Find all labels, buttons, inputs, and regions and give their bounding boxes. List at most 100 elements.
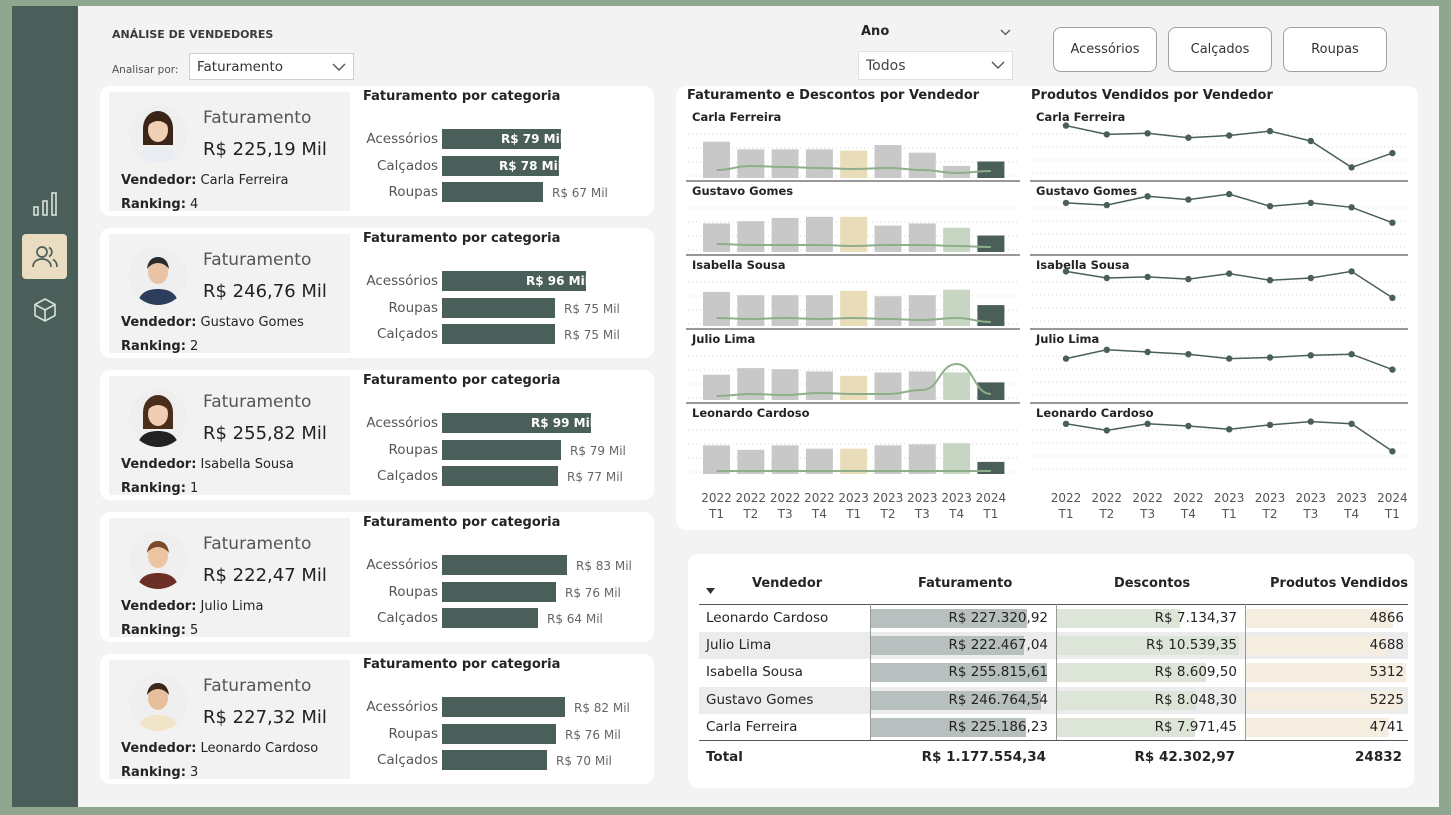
revenue-bar[interactable] xyxy=(737,149,765,178)
products-point[interactable] xyxy=(1103,427,1110,434)
products-point[interactable] xyxy=(1348,164,1355,171)
revenue-bar[interactable] xyxy=(737,221,765,252)
revenue-bar[interactable] xyxy=(771,445,799,474)
products-point[interactable] xyxy=(1266,277,1274,284)
products-point[interactable] xyxy=(1266,421,1274,429)
products-point[interactable] xyxy=(1348,420,1355,427)
category-bar[interactable] xyxy=(442,697,565,717)
products-point[interactable] xyxy=(1226,132,1233,139)
revenue-bar[interactable] xyxy=(840,375,868,400)
products-point[interactable] xyxy=(1144,273,1151,281)
products-point[interactable] xyxy=(1185,196,1192,203)
revenue-bar[interactable] xyxy=(874,372,902,401)
revenue-bar[interactable] xyxy=(840,150,868,179)
products-point[interactable] xyxy=(1144,130,1151,137)
revenue-bar[interactable] xyxy=(908,223,936,252)
revenue-bar[interactable] xyxy=(977,305,1005,326)
nav-overview[interactable] xyxy=(22,181,67,226)
revenue-bar[interactable] xyxy=(908,295,936,326)
products-point[interactable] xyxy=(1389,294,1396,301)
products-point[interactable] xyxy=(1389,448,1396,455)
products-point[interactable] xyxy=(1266,354,1274,361)
nav-products[interactable] xyxy=(22,287,67,332)
revenue-bar[interactable] xyxy=(771,295,799,326)
products-point[interactable] xyxy=(1144,193,1151,200)
revenue-bar[interactable] xyxy=(771,149,799,178)
products-point[interactable] xyxy=(1226,190,1233,198)
products-point[interactable] xyxy=(1226,426,1233,433)
products-point[interactable] xyxy=(1307,418,1314,425)
category-bar[interactable] xyxy=(442,750,547,770)
products-point[interactable] xyxy=(1062,268,1070,275)
revenue-bar[interactable] xyxy=(908,444,936,474)
category-bar[interactable] xyxy=(442,581,556,602)
year-filter-header[interactable]: Ano xyxy=(861,24,1013,39)
revenue-bar[interactable] xyxy=(737,295,765,326)
col-header-produtos[interactable]: Produtos Vendidos xyxy=(1270,576,1408,591)
revenue-bar[interactable] xyxy=(943,227,971,252)
revenue-bar[interactable] xyxy=(943,443,971,474)
category-bar[interactable] xyxy=(442,608,538,628)
revenue-bar[interactable] xyxy=(977,235,1005,253)
year-dropdown[interactable]: Todos xyxy=(858,51,1013,80)
products-point[interactable] xyxy=(1348,204,1355,211)
products-point[interactable] xyxy=(1307,199,1314,207)
revenue-bar[interactable] xyxy=(943,289,971,326)
revenue-bar[interactable] xyxy=(977,461,1005,474)
products-point[interactable] xyxy=(1266,203,1274,210)
products-point[interactable] xyxy=(1307,352,1314,359)
table-row[interactable]: Leonardo Cardoso R$ 227.320,92 R$ 7.134,… xyxy=(699,605,1408,632)
category-bar[interactable] xyxy=(442,466,558,486)
products-point[interactable] xyxy=(1144,420,1151,427)
category-button-acessorios[interactable]: Acessórios xyxy=(1053,27,1157,72)
sort-desc-icon[interactable] xyxy=(706,588,715,594)
products-point[interactable] xyxy=(1103,346,1110,353)
products-point[interactable] xyxy=(1307,274,1314,282)
table-row[interactable]: Gustavo Gomes R$ 246.764,54 R$ 8.048,30 … xyxy=(699,686,1408,714)
category-bar[interactable] xyxy=(442,324,555,344)
products-point[interactable] xyxy=(1185,351,1192,358)
revenue-bar[interactable] xyxy=(908,152,936,178)
revenue-bar[interactable] xyxy=(703,223,730,252)
revenue-bar[interactable] xyxy=(874,225,902,252)
products-point[interactable] xyxy=(1103,131,1110,138)
col-header-descontos[interactable]: Descontos xyxy=(1114,576,1190,591)
table-row[interactable]: Julio Lima R$ 222.467,04 R$ 10.539,35 46… xyxy=(699,632,1408,660)
revenue-bar[interactable] xyxy=(977,161,1005,179)
revenue-bar[interactable] xyxy=(703,291,730,326)
category-button-roupas[interactable]: Roupas xyxy=(1283,27,1387,72)
revenue-bar[interactable] xyxy=(805,295,833,326)
revenue-bar[interactable] xyxy=(771,217,799,252)
category-bar[interactable] xyxy=(442,555,567,575)
nav-sellers[interactable] xyxy=(22,234,67,279)
revenue-bar[interactable] xyxy=(805,149,833,178)
revenue-bar[interactable] xyxy=(874,296,902,326)
products-point[interactable] xyxy=(1062,122,1070,129)
revenue-bar[interactable] xyxy=(874,445,902,474)
products-point[interactable] xyxy=(1062,355,1070,362)
products-point[interactable] xyxy=(1226,270,1233,277)
products-point[interactable] xyxy=(1389,366,1396,373)
products-point[interactable] xyxy=(1348,268,1355,275)
revenue-bar[interactable] xyxy=(874,145,902,178)
category-button-calcados[interactable]: Calçados xyxy=(1168,27,1272,72)
products-point[interactable] xyxy=(1307,137,1314,145)
table-row[interactable]: Isabella Sousa R$ 255.815,61 R$ 8.609,50… xyxy=(699,659,1408,686)
category-bar[interactable] xyxy=(442,439,561,460)
col-header-vendedor[interactable]: Vendedor xyxy=(752,576,822,591)
category-bar[interactable] xyxy=(442,182,543,202)
category-bar[interactable] xyxy=(442,297,555,318)
products-point[interactable] xyxy=(1389,219,1396,226)
products-point[interactable] xyxy=(1226,355,1233,362)
revenue-bar[interactable] xyxy=(943,372,971,401)
table-row[interactable]: Carla Ferreira R$ 225.186,23 R$ 7.971,45… xyxy=(699,714,1408,741)
revenue-bar[interactable] xyxy=(703,141,730,178)
products-point[interactable] xyxy=(1185,134,1192,141)
products-point[interactable] xyxy=(1348,351,1355,358)
products-point[interactable] xyxy=(1062,420,1070,427)
products-point[interactable] xyxy=(1185,275,1192,283)
products-point[interactable] xyxy=(1389,149,1396,157)
products-point[interactable] xyxy=(1266,127,1274,135)
products-point[interactable] xyxy=(1103,201,1110,209)
revenue-bar[interactable] xyxy=(805,371,833,400)
